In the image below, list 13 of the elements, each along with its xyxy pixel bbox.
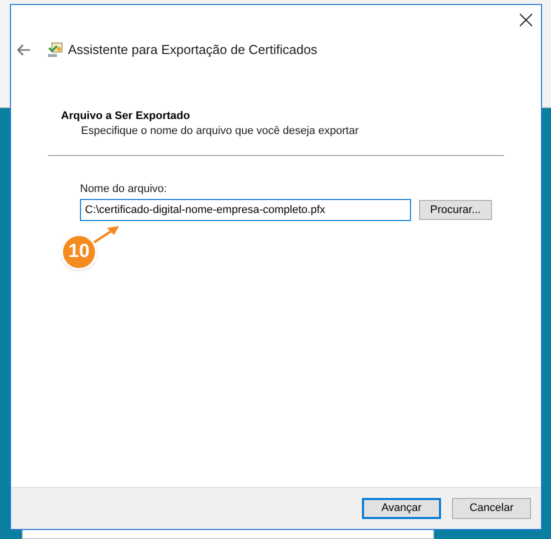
page-description: Especifique o nome do arquivo que você deseja exportar [80, 124, 360, 139]
browse-button[interactable]: Procurar... [419, 200, 492, 220]
step-badge: 10 [61, 234, 97, 270]
dialog-button[interactable]: Cancelar [452, 498, 531, 519]
dialog-button[interactable]: Avançar [362, 498, 441, 519]
field-label: Nome do arquivo: [80, 182, 168, 196]
window-title: Assistente para Exportação de Certificados [68, 41, 318, 60]
back-icon[interactable] [17, 44, 31, 56]
page-heading: Arquivo a Ser Exportado [61, 109, 191, 123]
file-name-field[interactable]: C:\certificado-digital-nome-empresa-completo.pfx [80, 199, 411, 221]
close-icon[interactable] [519, 13, 533, 27]
certificate-icon [47, 42, 63, 58]
callout-arrow [91, 224, 121, 244]
